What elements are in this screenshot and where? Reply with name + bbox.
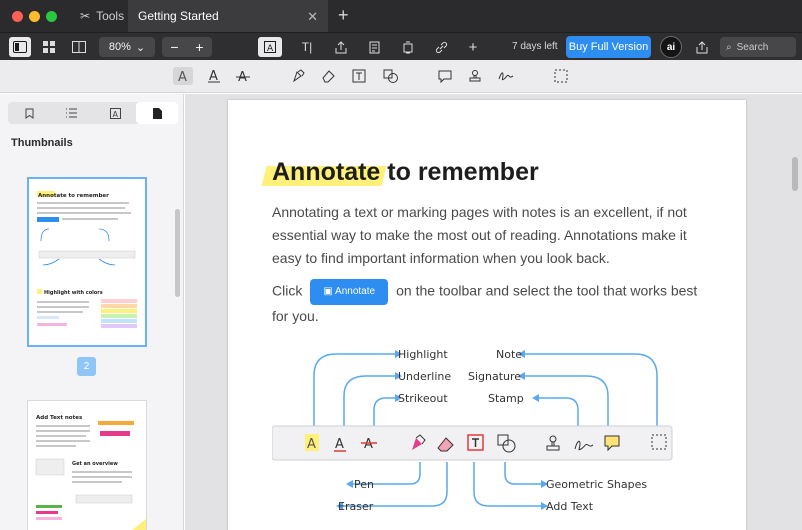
- thumbnail-page-2-preview: Add Text notes Get an overview: [35, 415, 146, 530]
- label-underline: Underline: [398, 370, 451, 383]
- diagram-underline-icon: A: [335, 437, 344, 452]
- zoom-window-button[interactable]: [46, 11, 57, 22]
- form-icon[interactable]: [364, 37, 386, 57]
- tab-close-icon[interactable]: ✕: [307, 9, 318, 25]
- instruction-before: Click: [272, 282, 303, 299]
- textbox-icon[interactable]: [349, 67, 369, 85]
- share-icon[interactable]: [692, 37, 712, 57]
- outline-icon[interactable]: [50, 102, 92, 124]
- search-icon: ⌕: [726, 41, 732, 53]
- annotations-icon[interactable]: A: [94, 102, 136, 124]
- bookmark-icon[interactable]: [8, 102, 50, 124]
- thumb2-subtitle: Get an overview: [72, 461, 118, 467]
- thumb2-title: Add Text notes: [36, 415, 83, 421]
- svg-text:A: A: [209, 69, 218, 83]
- label-geometric-shapes: Geometric Shapes: [546, 478, 647, 491]
- selection-icon[interactable]: [551, 67, 571, 85]
- tab-tools-label: Tools: [96, 9, 125, 23]
- intro-paragraph: Annotating a text or marking pages with …: [272, 204, 687, 266]
- shapes-icon[interactable]: [381, 67, 401, 85]
- crop-icon[interactable]: [397, 37, 419, 57]
- text-tool-icon[interactable]: T|: [296, 37, 318, 57]
- title-highlight: Annotate: [272, 158, 381, 186]
- diagram-highlight-glyph: A: [307, 437, 316, 452]
- sidebar-toggle-icon[interactable]: [9, 37, 31, 57]
- thumb-color-grid: [101, 299, 137, 328]
- zoom-stepper: − +: [162, 37, 212, 57]
- title-bar: ✂ Tools Getting Started ✕ +: [0, 0, 802, 32]
- label-eraser: Eraser: [338, 500, 374, 513]
- note-icon[interactable]: [435, 67, 455, 85]
- page-number-badge: 2: [77, 357, 96, 376]
- document-viewer: Annotate to remember Annotating a text o…: [185, 94, 802, 530]
- instruction-paragraph: Click ▣ Annotate on the toolbar and sele…: [272, 279, 704, 328]
- signature-icon[interactable]: [496, 67, 516, 85]
- main-toolbar: 80% ⌄ − + A T| + 7 days left Buy Full Ve…: [0, 32, 802, 60]
- label-add-text: Add Text: [546, 500, 594, 513]
- tab-getting-started[interactable]: Getting Started ✕: [128, 0, 328, 32]
- pen-icon[interactable]: [289, 67, 309, 85]
- thumbnail-page-2[interactable]: Add Text notes Get an overview: [27, 400, 147, 530]
- close-window-button[interactable]: [12, 11, 23, 22]
- highlight-icon[interactable]: A: [173, 67, 193, 85]
- new-tab-button[interactable]: +: [338, 6, 349, 24]
- annotation-tools-diagram: Highlight Underline Strikeout Note Signa…: [272, 348, 673, 513]
- ai-assistant-button[interactable]: ai: [660, 36, 682, 58]
- minimize-window-button[interactable]: [29, 11, 40, 22]
- thumbnail-page-1[interactable]: Annotate to remember Highlight with colo…: [27, 177, 147, 347]
- svg-text:A: A: [267, 44, 274, 53]
- label-note: Note: [496, 348, 522, 361]
- label-signature: Signature: [468, 370, 521, 383]
- search-placeholder: Search: [736, 41, 769, 53]
- svg-text:A: A: [112, 110, 118, 119]
- svg-text:A: A: [178, 70, 187, 83]
- annotate-mode-icon[interactable]: A: [258, 37, 282, 57]
- title-rest: to remember: [380, 158, 539, 186]
- label-highlight: Highlight: [398, 348, 448, 361]
- sidebar-scrollbar[interactable]: [175, 209, 180, 297]
- tools-icon: ✂: [80, 9, 91, 23]
- trial-days-left: 7 days left: [512, 41, 558, 52]
- eraser-icon[interactable]: [318, 67, 338, 85]
- label-strikeout: Strikeout: [398, 392, 448, 405]
- document-page: Annotate to remember Annotating a text o…: [228, 100, 746, 530]
- zoom-in-button[interactable]: +: [195, 39, 203, 55]
- thumb-title: Annotate to remember: [38, 193, 109, 199]
- annotation-toolbar: A A A: [0, 60, 802, 93]
- thumbnails-heading: Thumbnails: [11, 137, 73, 149]
- page-title: Annotate to remember: [272, 158, 539, 187]
- add-tool-button[interactable]: +: [463, 37, 483, 57]
- tab-getting-started-label: Getting Started: [138, 9, 219, 23]
- page-layout-icon[interactable]: [68, 37, 90, 57]
- search-input[interactable]: ⌕ Search: [720, 37, 796, 57]
- document-scrollbar[interactable]: [792, 157, 798, 191]
- thumbnails-icon[interactable]: [136, 102, 178, 124]
- underline-icon[interactable]: A: [204, 67, 224, 85]
- tab-tools[interactable]: ✂ Tools: [72, 0, 128, 32]
- sidebar: A Thumbnails Annotate to remember Highli…: [0, 94, 184, 530]
- stamp-icon[interactable]: [465, 67, 485, 85]
- label-stamp: Stamp: [488, 392, 524, 405]
- zoom-out-button[interactable]: −: [170, 39, 178, 55]
- link-icon[interactable]: [430, 37, 452, 57]
- chevron-down-icon: ⌄: [135, 41, 146, 54]
- thumb-subtitle: Highlight with colors: [44, 290, 103, 296]
- annotate-inline-button: ▣ Annotate: [310, 279, 389, 305]
- strikeout-icon[interactable]: A: [233, 67, 253, 85]
- buy-full-version-button[interactable]: Buy Full Version: [566, 36, 651, 58]
- sidebar-tabs: A: [8, 102, 178, 124]
- zoom-select[interactable]: 80% ⌄: [99, 37, 155, 57]
- thumbnail-page-1-preview: Annotate to remember Highlight with colo…: [37, 191, 137, 328]
- share-upload-icon[interactable]: [330, 37, 352, 57]
- diagram-strikeout-icon: A: [364, 437, 373, 452]
- label-pen: Pen: [354, 478, 374, 491]
- grid-view-icon[interactable]: [38, 37, 60, 57]
- zoom-value: 80%: [108, 41, 131, 53]
